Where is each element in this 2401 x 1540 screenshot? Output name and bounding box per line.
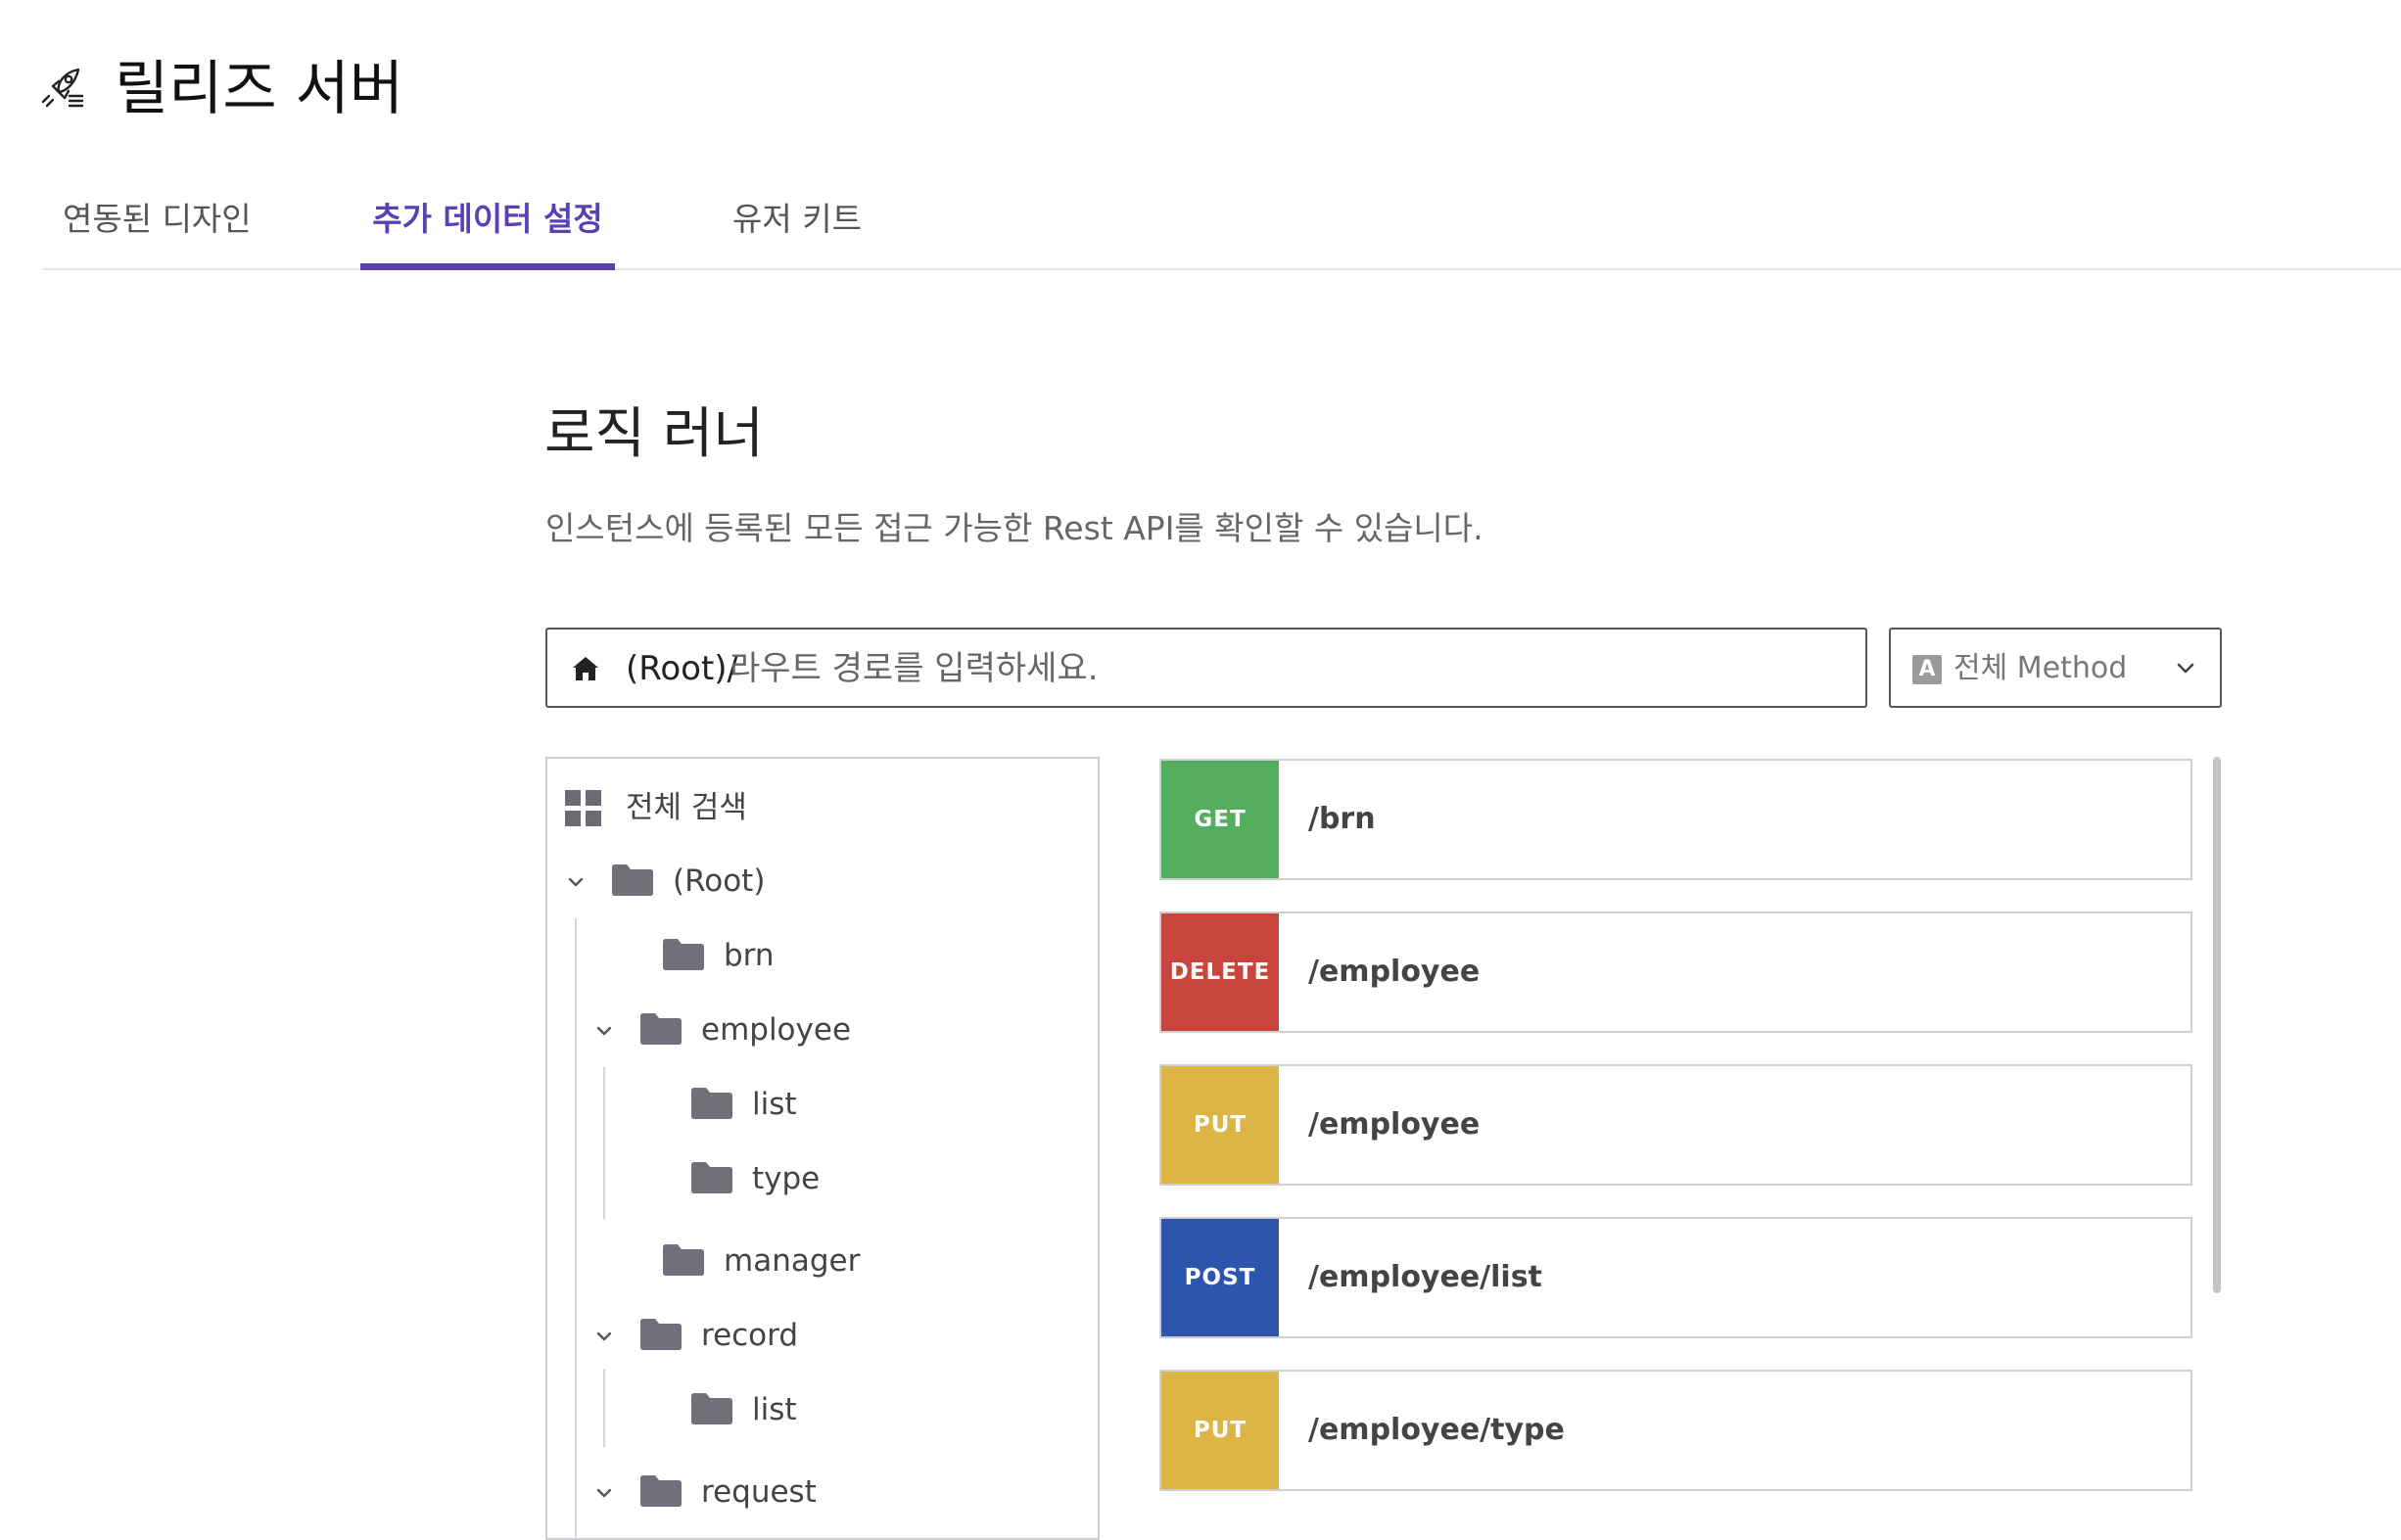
tree-node-employee[interactable]: employee	[547, 996, 1096, 1064]
tree-item-label: 전체 검색	[626, 790, 747, 825]
tree-item-label: brn	[724, 938, 775, 973]
chevron-down-icon[interactable]	[593, 1020, 615, 1042]
folder-icon	[663, 939, 704, 970]
grid-icon	[565, 790, 601, 826]
tree-node-request[interactable]: request	[547, 1458, 1096, 1526]
folder-icon	[691, 1393, 732, 1424]
chevron-down-icon[interactable]	[593, 1326, 615, 1347]
page-title: 릴리즈 서버	[115, 55, 404, 123]
method-badge: PUT	[1161, 1372, 1279, 1489]
endpoint-path: /employee/list	[1308, 1260, 1542, 1294]
tree-search-all[interactable]: 전체 검색	[565, 773, 1074, 842]
tab-linked-design[interactable]: 연동된 디자인	[63, 172, 252, 268]
method-badge-icon: A	[1912, 655, 1942, 684]
tree-node-employee-list[interactable]: list	[547, 1070, 1096, 1139]
tree-node-record-list[interactable]: list	[547, 1376, 1096, 1444]
endpoint-card[interactable]: POST /employee/list	[1159, 1217, 2192, 1338]
tree-node-manager[interactable]: manager	[547, 1227, 1096, 1295]
method-badge: DELETE	[1161, 913, 1279, 1031]
endpoint-path: /brn	[1308, 802, 1376, 836]
endpoint-path: /employee	[1308, 1107, 1481, 1142]
tree-item-label: (Root)	[673, 863, 766, 899]
chevron-down-icon	[2177, 663, 2194, 674]
folder-icon	[640, 1319, 682, 1350]
tree-item-label: list	[752, 1087, 797, 1122]
method-select-value: 전체 Method	[1954, 651, 2128, 685]
section-title: 로직 러너	[544, 402, 764, 466]
tree-item-label: request	[701, 1474, 817, 1510]
tree-item-label: manager	[724, 1243, 861, 1279]
endpoint-card[interactable]: GET /brn	[1159, 759, 2192, 880]
endpoint-list-scrollbar[interactable]	[2213, 757, 2221, 1293]
tab-user-kit[interactable]: 유저 키트	[732, 172, 862, 268]
home-icon	[573, 657, 598, 680]
endpoint-card[interactable]: DELETE /employee	[1159, 911, 2192, 1033]
chevron-down-icon[interactable]	[565, 871, 587, 893]
tab-additional-data-settings[interactable]: 추가 데이터 설정	[360, 172, 615, 270]
method-badge: PUT	[1161, 1066, 1279, 1184]
route-tree-panel: 전체 검색 (Root) brn employee list type mana…	[545, 757, 1100, 1540]
method-select[interactable]: A 전체 Method	[1889, 628, 2222, 708]
folder-icon	[640, 1475, 682, 1507]
method-badge: POST	[1161, 1219, 1279, 1336]
folder-icon	[691, 1088, 732, 1119]
route-input[interactable]	[730, 643, 1807, 694]
folder-icon	[640, 1013, 682, 1045]
method-badge: GET	[1161, 761, 1279, 878]
endpoint-path: /employee/type	[1308, 1413, 1565, 1447]
tree-node-employee-type[interactable]: type	[547, 1144, 1096, 1213]
rocket-icon	[41, 68, 84, 108]
folder-icon	[691, 1162, 732, 1193]
tree-item-label: record	[701, 1318, 799, 1353]
tree-item-label: list	[752, 1392, 797, 1427]
active-tab-indicator	[360, 263, 615, 270]
tab-label: 추가 데이터 설정	[372, 200, 603, 238]
endpoint-path: /employee	[1308, 955, 1481, 989]
route-search-field[interactable]: (Root)/	[545, 628, 1867, 708]
route-prefix: (Root)/	[626, 649, 739, 688]
endpoint-card[interactable]: PUT /employee/type	[1159, 1370, 2192, 1491]
tree-node-root[interactable]: (Root)	[547, 847, 1096, 915]
tab-bar: 연동된 디자인 추가 데이터 설정 유저 키트	[43, 172, 2401, 270]
section-description: 인스턴스에 등록된 모든 접근 가능한 Rest API를 확인할 수 있습니다…	[545, 509, 1483, 547]
chevron-down-icon[interactable]	[593, 1482, 615, 1504]
folder-icon	[663, 1244, 704, 1276]
tree-item-label: employee	[701, 1012, 852, 1048]
tree-node-brn[interactable]: brn	[547, 921, 1096, 990]
tree-item-label: type	[752, 1161, 821, 1196]
tree-node-record[interactable]: record	[547, 1301, 1096, 1370]
folder-icon	[612, 864, 653, 896]
endpoint-card[interactable]: PUT /employee	[1159, 1064, 2192, 1186]
